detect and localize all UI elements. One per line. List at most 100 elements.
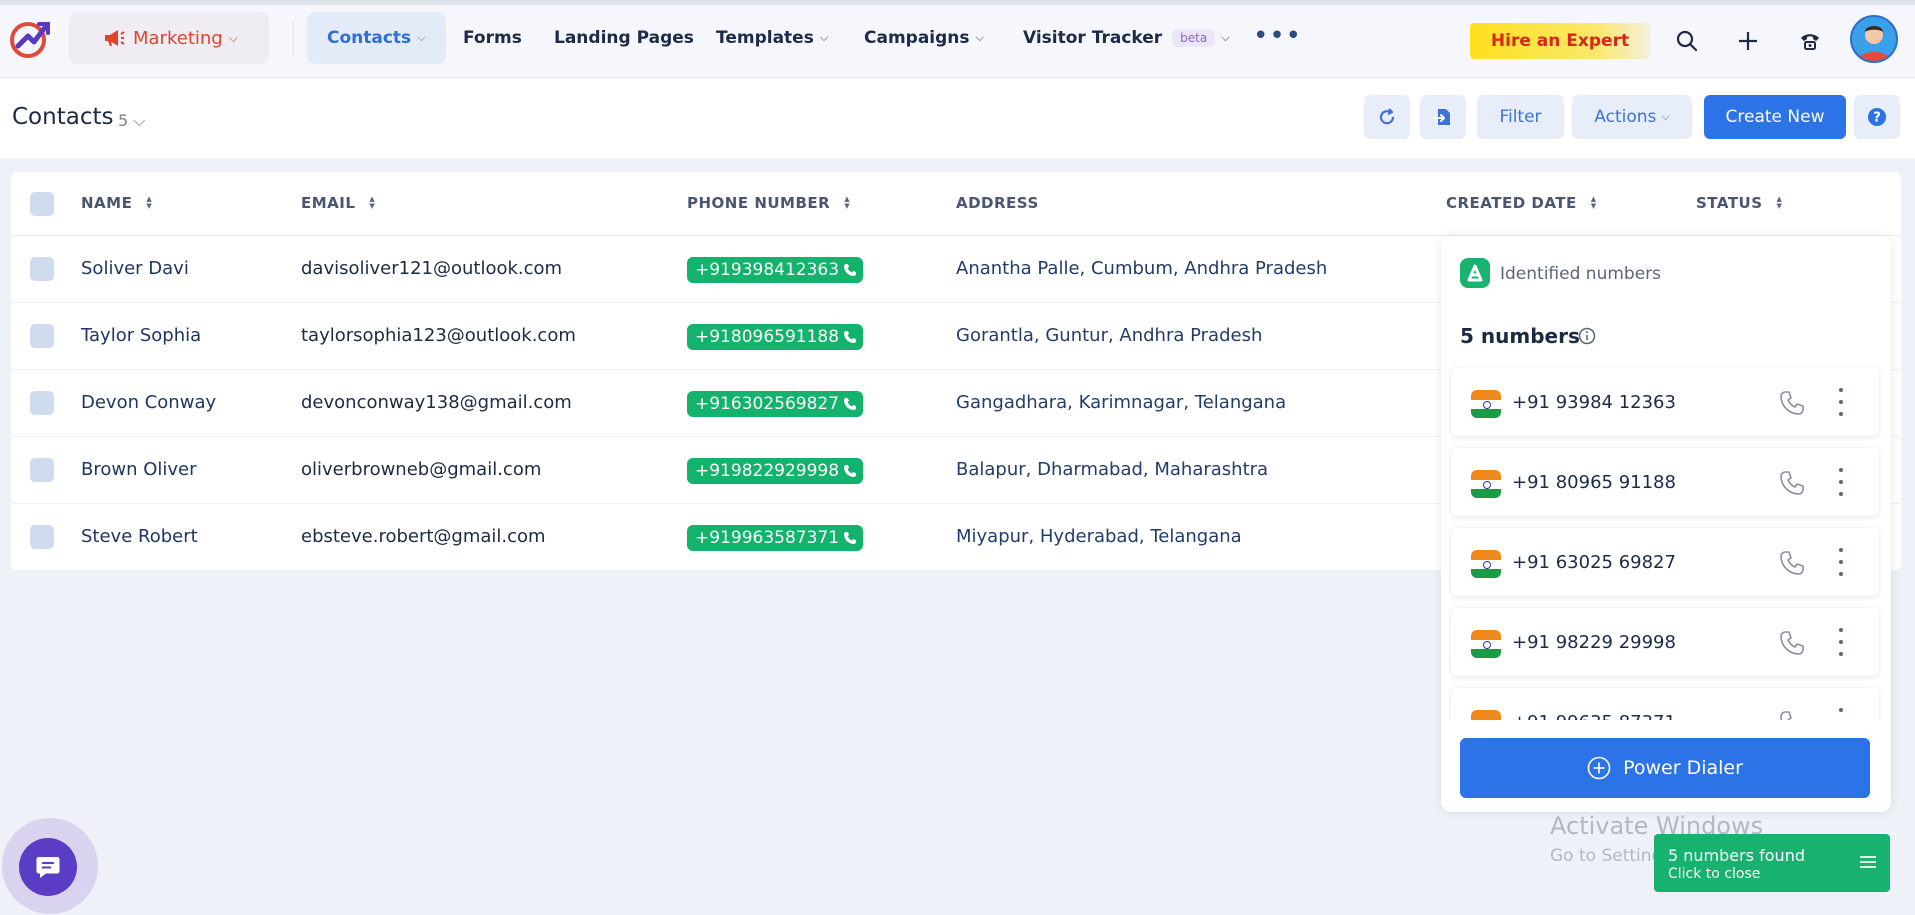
contact-name[interactable]: Devon Conway [81, 392, 216, 413]
info-icon[interactable] [1578, 327, 1596, 345]
india-flag-icon [1471, 710, 1501, 720]
app-switcher-marketing[interactable]: Marketing ⌵ [69, 12, 269, 64]
phone-icon [843, 464, 857, 478]
contact-address: Gangadhara, Karimnagar, Telangana [956, 392, 1287, 413]
phone-icon [843, 263, 857, 277]
power-dialer-button[interactable]: Power Dialer [1460, 738, 1870, 798]
phone-number-pill[interactable]: +916302569827 [687, 391, 864, 417]
chevron-down-icon: ⌵ [1221, 31, 1230, 44]
row-checkbox[interactable] [30, 458, 54, 482]
import-icon [1434, 109, 1450, 125]
refresh-button[interactable] [1364, 95, 1410, 139]
contact-name[interactable]: Brown Oliver [81, 459, 197, 480]
sort-icon[interactable]: ▲ ▼ [844, 196, 850, 210]
actions-button[interactable]: Actions ⌵ [1572, 95, 1692, 139]
phone-icon[interactable] [1779, 470, 1805, 496]
column-header-email[interactable]: EMAIL ▲ ▼ [301, 194, 375, 212]
chevron-down-icon: ⌵ [417, 31, 426, 44]
kebab-icon[interactable] [1837, 388, 1845, 416]
import-button[interactable] [1420, 95, 1466, 139]
phone-icon [843, 330, 857, 344]
numbers-list[interactable]: +91 93984 12363 +91 80965 91188 +91 6302… [1449, 364, 1881, 720]
nav-contacts[interactable]: Contacts ⌵ [307, 12, 446, 64]
menu-icon[interactable] [1860, 856, 1876, 868]
india-flag-icon [1471, 390, 1501, 418]
megaphone-icon [105, 30, 125, 46]
phone-icon[interactable] [1779, 390, 1805, 416]
number-card[interactable]: +91 80965 91188 [1451, 448, 1879, 516]
nav-templates[interactable]: Templates ⌵ [716, 12, 828, 64]
phone-number: +916302569827 [695, 394, 840, 414]
beta-badge: beta [1172, 29, 1216, 47]
identified-number: +91 93984 12363 [1512, 392, 1676, 413]
create-new-button[interactable]: Create New [1704, 95, 1846, 139]
sort-icon[interactable]: ▲ ▼ [1777, 196, 1783, 210]
contact-count[interactable]: 5 ⌵ [118, 111, 145, 131]
search-icon[interactable] [1672, 26, 1702, 56]
phone-number-pill[interactable]: +919398412363 [687, 257, 864, 283]
chat-icon [36, 857, 60, 878]
toast-subtitle: Click to close [1668, 866, 1761, 882]
page-title[interactable]: Contacts [12, 104, 113, 130]
contact-address: Gorantla, Guntur, Andhra Pradesh [956, 325, 1263, 346]
chat-button[interactable] [19, 838, 77, 896]
filter-button[interactable]: Filter [1477, 95, 1564, 139]
avatar[interactable] [1850, 15, 1898, 63]
row-checkbox[interactable] [30, 391, 54, 415]
phone-icon[interactable] [1779, 710, 1805, 720]
kebab-icon[interactable] [1837, 468, 1845, 496]
contact-email[interactable]: davisoliver121@outlook.com [301, 258, 562, 279]
help-button[interactable]: ? [1854, 95, 1900, 139]
row-checkbox[interactable] [30, 324, 54, 348]
identified-number: +91 98229 29998 [1512, 632, 1676, 653]
numbers-found-toast[interactable]: 5 numbers found Click to close [1654, 834, 1890, 892]
number-card[interactable]: +91 93984 12363 [1451, 368, 1879, 436]
nav-campaigns[interactable]: Campaigns ⌵ [864, 12, 984, 64]
contact-email[interactable]: devonconway138@gmail.com [301, 392, 572, 413]
phone-number-pill[interactable]: +918096591188 [687, 324, 864, 350]
nav-landing-pages-label: Landing Pages [554, 28, 694, 48]
more-menu-icon[interactable]: ••• [1253, 23, 1302, 49]
contact-name[interactable]: Taylor Sophia [81, 325, 201, 346]
row-checkbox[interactable] [30, 525, 54, 549]
hire-expert-button[interactable]: Hire an Expert [1470, 23, 1650, 59]
kebab-icon[interactable] [1837, 548, 1845, 576]
phone-call-icon[interactable] [1795, 26, 1825, 56]
chevron-down-icon: ⌵ [1661, 110, 1670, 123]
nav-campaigns-label: Campaigns [864, 28, 970, 48]
identified-number: +91 80965 91188 [1512, 472, 1676, 493]
app-logo-icon [1460, 258, 1490, 288]
phone-icon[interactable] [1779, 630, 1805, 656]
nav-visitor-tracker[interactable]: Visitor Tracker beta ⌵ [1023, 12, 1230, 64]
contact-name[interactable]: Soliver Davi [81, 258, 189, 279]
contact-name[interactable]: Steve Robert [81, 526, 198, 547]
column-header-name[interactable]: NAME ▲ ▼ [81, 194, 152, 212]
sort-icon[interactable]: ▲ ▼ [146, 196, 152, 210]
sort-icon[interactable]: ▲ ▼ [369, 196, 375, 210]
contact-email[interactable]: taylorsophia123@outlook.com [301, 325, 576, 346]
plus-icon[interactable] [1733, 26, 1763, 56]
phone-icon[interactable] [1779, 550, 1805, 576]
row-checkbox[interactable] [30, 257, 54, 281]
sort-icon[interactable]: ▲ ▼ [1591, 196, 1597, 210]
contact-address: Balapur, Dharmabad, Maharashtra [956, 459, 1269, 480]
contact-address: Miyapur, Hyderabad, Telangana [956, 526, 1242, 547]
nav-landing-pages[interactable]: Landing Pages [554, 12, 694, 64]
number-card[interactable]: +91 99635 87371 [1451, 688, 1879, 720]
numbers-count: 5 numbers [1460, 324, 1580, 348]
kebab-icon[interactable] [1837, 628, 1845, 656]
contact-email[interactable]: oliverbrowneb@gmail.com [301, 459, 541, 480]
select-all-checkbox[interactable] [30, 192, 54, 216]
contact-email[interactable]: ebsteve.robert@gmail.com [301, 526, 546, 547]
number-card[interactable]: +91 63025 69827 [1451, 528, 1879, 596]
column-header-status[interactable]: STATUS ▲ ▼ [1696, 194, 1782, 212]
column-header-phone[interactable]: PHONE NUMBER ▲ ▼ [687, 194, 850, 212]
kebab-icon[interactable] [1837, 708, 1845, 720]
phone-number-pill[interactable]: +919822929998 [687, 458, 864, 484]
number-card[interactable]: +91 98229 29998 [1451, 608, 1879, 676]
column-header-created-date[interactable]: CREATED DATE ▲ ▼ [1446, 194, 1597, 212]
nav-templates-label: Templates [716, 28, 814, 48]
phone-number-pill[interactable]: +919963587371 [687, 525, 864, 551]
logo-icon[interactable] [8, 16, 52, 60]
nav-forms[interactable]: Forms [463, 12, 522, 64]
